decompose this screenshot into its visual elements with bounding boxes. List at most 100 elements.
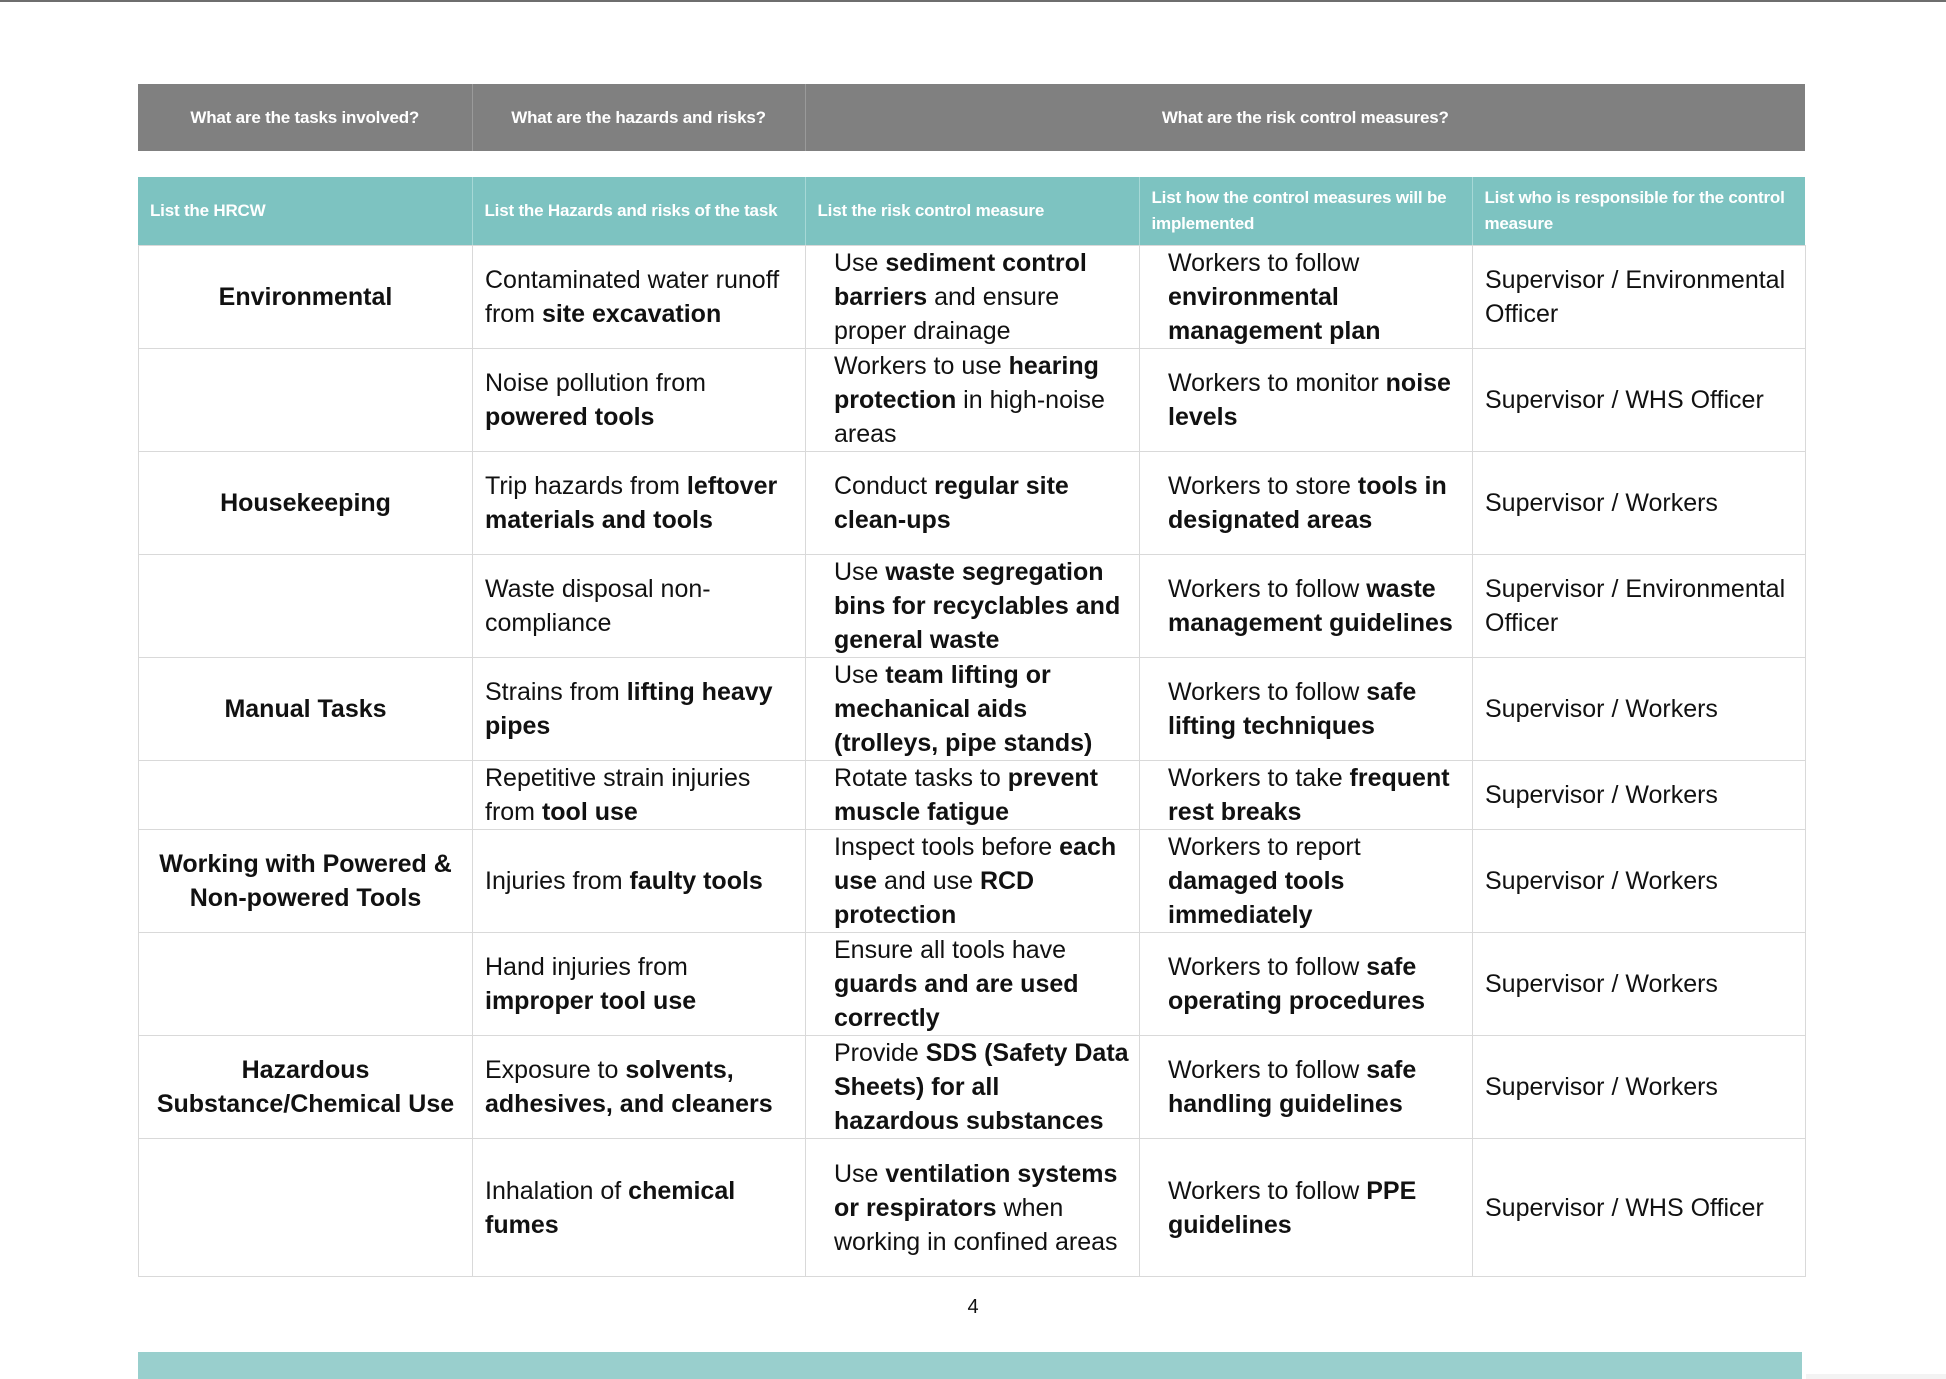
bold-text: environmental management plan [1168, 283, 1381, 345]
table-row: Waste disposal non-compliance Use waste s… [138, 554, 1806, 658]
hazard-cell: Repetitive strain injuries from tool use [472, 760, 806, 830]
text: and use [877, 867, 980, 895]
control-measure-cell: Provide SDS (Safety Data Sheets) for all… [805, 1035, 1140, 1139]
text: Provide [834, 1039, 926, 1067]
bold-text: tool use [541, 798, 638, 826]
table-row: Working with Powered & Non-powered Tools… [138, 829, 1806, 933]
column-header-responsible: List who is responsible for the control … [1472, 177, 1805, 245]
responsible-cell: Supervisor / Environmental Officer [1472, 245, 1806, 349]
implementation-cell: Workers to follow environmental manageme… [1139, 245, 1473, 349]
responsible-cell: Supervisor / Environmental Officer [1472, 554, 1806, 658]
page-edge [1806, 1374, 1946, 1379]
task-cell [138, 760, 473, 830]
table-row: Housekeeping Trip hazards from leftover m… [138, 451, 1806, 555]
section-header-hazards: What are the hazards and risks? [472, 84, 806, 151]
table-row: Manual Tasks Strains from lifting heavy p… [138, 657, 1806, 761]
text: Conduct [834, 472, 935, 500]
text: Workers to report [1168, 833, 1361, 861]
table-row: Hand injuries from improper tool use Ensu… [138, 932, 1806, 1036]
hazard-cell: Injuries from faulty tools [472, 829, 806, 933]
control-measure-cell: Use team lifting or mechanical aids (tro… [805, 657, 1140, 761]
implementation-cell: Workers to follow safe handling guidelin… [1139, 1035, 1473, 1139]
task-cell [138, 348, 473, 452]
table-row: Inhalation of chemical fumes Use ventilat… [138, 1138, 1806, 1277]
column-header-row: List the HRCW List the Hazards and risks… [138, 177, 1805, 245]
control-measure-cell: Inspect tools before each use and use RC… [805, 829, 1140, 933]
text: Trip hazards from [485, 472, 687, 500]
table-row: Repetitive strain injuries from tool use… [138, 760, 1806, 830]
responsible-cell: Supervisor / Workers [1472, 932, 1806, 1036]
text: Hand injuries from [485, 953, 688, 981]
table-row: Environmental Contaminated water runoff f… [138, 245, 1806, 349]
task-cell: Environmental [138, 245, 473, 349]
control-measure-cell: Workers to use hearing protection in hig… [805, 348, 1140, 452]
responsible-cell: Supervisor / WHS Officer [1472, 1138, 1806, 1277]
implementation-cell: Workers to store tools in designated are… [1139, 451, 1473, 555]
responsible-cell: Supervisor / Workers [1472, 760, 1806, 830]
column-header-table: List the HRCW List the Hazards and risks… [138, 177, 1805, 245]
task-cell [138, 554, 473, 658]
text: Waste disposal non-compliance [485, 575, 711, 637]
text: Workers to monitor [1168, 369, 1386, 397]
column-header-implementation: List how the control measures will be im… [1139, 177, 1473, 245]
control-measure-cell: Use waste segregation bins for recyclabl… [805, 554, 1140, 658]
text: Workers to store [1168, 472, 1358, 500]
implementation-cell: Workers to follow safe lifting technique… [1139, 657, 1473, 761]
page-top-rule [0, 0, 1946, 2]
bold-text: faulty tools [629, 867, 763, 895]
hazard-cell: Hand injuries from improper tool use [472, 932, 806, 1036]
text: Injuries from [485, 867, 630, 895]
text: Ensure all tools have [834, 936, 1067, 964]
risk-register-body: Environmental Contaminated water runoff f… [138, 245, 1806, 1277]
text: Rotate tasks to [834, 764, 1008, 792]
hazard-cell: Inhalation of chemical fumes [472, 1138, 806, 1277]
hazard-cell: Trip hazards from leftover materials and… [472, 451, 806, 555]
hazard-cell: Waste disposal non-compliance [472, 554, 806, 658]
text: Workers to follow [1168, 678, 1367, 706]
responsible-cell: Supervisor / Workers [1472, 451, 1806, 555]
text: Workers to follow [1168, 1176, 1367, 1205]
text: Use [834, 249, 886, 277]
section-header-table: What are the tasks involved? What are th… [138, 84, 1805, 151]
bold-text: guards and are used correctly [834, 970, 1079, 1032]
text: Exposure to [485, 1056, 626, 1084]
control-measure-cell: Conduct regular site clean-ups [805, 451, 1140, 555]
text: Workers to use [834, 352, 1009, 380]
hazard-cell: Exposure to solvents, adhesives, and cle… [472, 1035, 806, 1139]
hazard-cell: Strains from lifting heavy pipes [472, 657, 806, 761]
text: Use [834, 1159, 886, 1188]
bold-text: powered tools [485, 403, 655, 431]
footer-bar [138, 1352, 1802, 1379]
responsible-cell: Supervisor / Workers [1472, 657, 1806, 761]
text: Inhalation of [485, 1176, 629, 1205]
bold-text: improper tool use [485, 987, 697, 1015]
implementation-cell: Workers to take frequent rest breaks [1139, 760, 1473, 830]
text: Workers to take [1168, 764, 1350, 792]
control-measure-cell: Rotate tasks to prevent muscle fatigue [805, 760, 1140, 830]
hazard-cell: Noise pollution from powered tools [472, 348, 806, 452]
implementation-cell: Workers to follow waste management guide… [1139, 554, 1473, 658]
table-row: Noise pollution from powered tools Worker… [138, 348, 1806, 452]
text: Workers to follow [1168, 953, 1367, 981]
text: Inspect tools before [834, 833, 1060, 861]
section-header-row: What are the tasks involved? What are th… [138, 84, 1805, 151]
implementation-cell: Workers to report damaged tools immediat… [1139, 829, 1473, 933]
text: Workers to follow [1168, 249, 1360, 277]
implementation-cell: Workers to monitor noise levels [1139, 348, 1473, 452]
text: Noise pollution from [485, 369, 706, 397]
text: Strains from [485, 678, 627, 706]
text: Use [834, 661, 886, 689]
text: Use [834, 558, 886, 586]
control-measure-cell: Use ventilation systems or respirators w… [805, 1138, 1140, 1277]
task-cell: Hazardous Substance/Chemical Use [138, 1035, 473, 1139]
table-row: Hazardous Substance/Chemical Use Exposure… [138, 1035, 1806, 1139]
column-header-control-measure: List the risk control measure [805, 177, 1140, 245]
bold-text: damaged tools immediately [1168, 867, 1345, 929]
column-header-hazards: List the Hazards and risks of the task [472, 177, 806, 245]
section-header-controls: What are the risk control measures? [805, 84, 1805, 151]
responsible-cell: Supervisor / WHS Officer [1472, 348, 1806, 452]
hazard-cell: Contaminated water runoff from site exca… [472, 245, 806, 349]
implementation-cell: Workers to follow PPE guidelines [1139, 1138, 1473, 1277]
responsible-cell: Supervisor / Workers [1472, 1035, 1806, 1139]
section-header-tasks: What are the tasks involved? [138, 84, 473, 151]
